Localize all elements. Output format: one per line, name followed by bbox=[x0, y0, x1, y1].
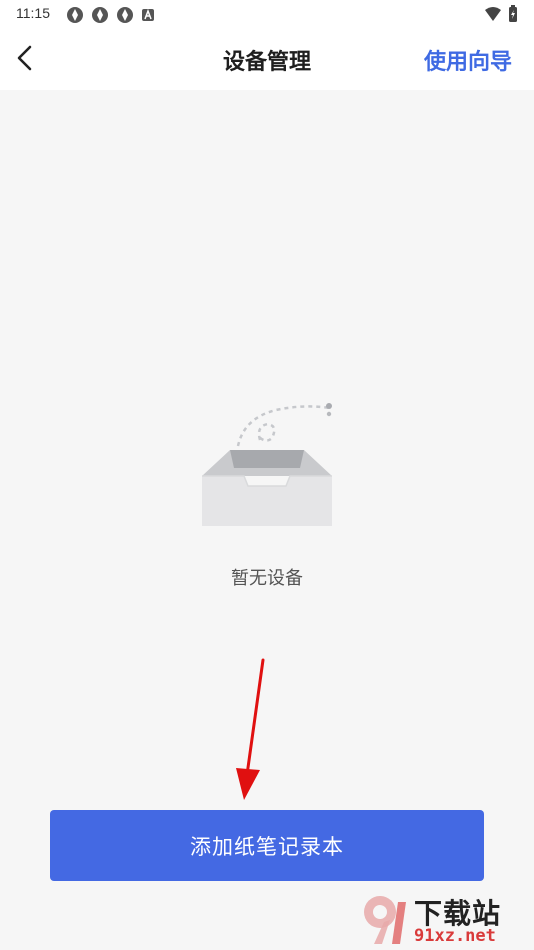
sync-icon bbox=[117, 7, 133, 23]
app-badge-icon bbox=[142, 8, 154, 21]
watermark: 下载站 91xz.net bbox=[358, 892, 530, 948]
sync-icon bbox=[67, 7, 83, 23]
watermark-url: 91xz.net bbox=[414, 926, 496, 946]
app-header: 设备管理 使用向导 bbox=[0, 28, 534, 90]
empty-state-message: 暂无设备 bbox=[231, 568, 303, 589]
status-bar: 11:15 bbox=[0, 0, 534, 28]
add-notebook-button[interactable]: 添加纸笔记录本 bbox=[50, 810, 484, 881]
wifi-icon bbox=[485, 7, 501, 21]
app-screen: 11:15 设备管理 使用向导 暂无设备 添加纸笔记录本 下载站 91xz.ne… bbox=[0, 0, 534, 950]
watermark-logo-icon bbox=[364, 896, 406, 944]
system-icons bbox=[484, 5, 518, 23]
status-time: 11:15 bbox=[16, 5, 50, 21]
sync-icon bbox=[92, 7, 108, 23]
empty-inbox-icon bbox=[202, 403, 332, 526]
battery-charging-icon bbox=[509, 5, 517, 22]
annotation-arrow-icon bbox=[236, 658, 265, 800]
notification-icons bbox=[66, 6, 155, 24]
guide-button[interactable]: 使用向导 bbox=[424, 44, 512, 76]
